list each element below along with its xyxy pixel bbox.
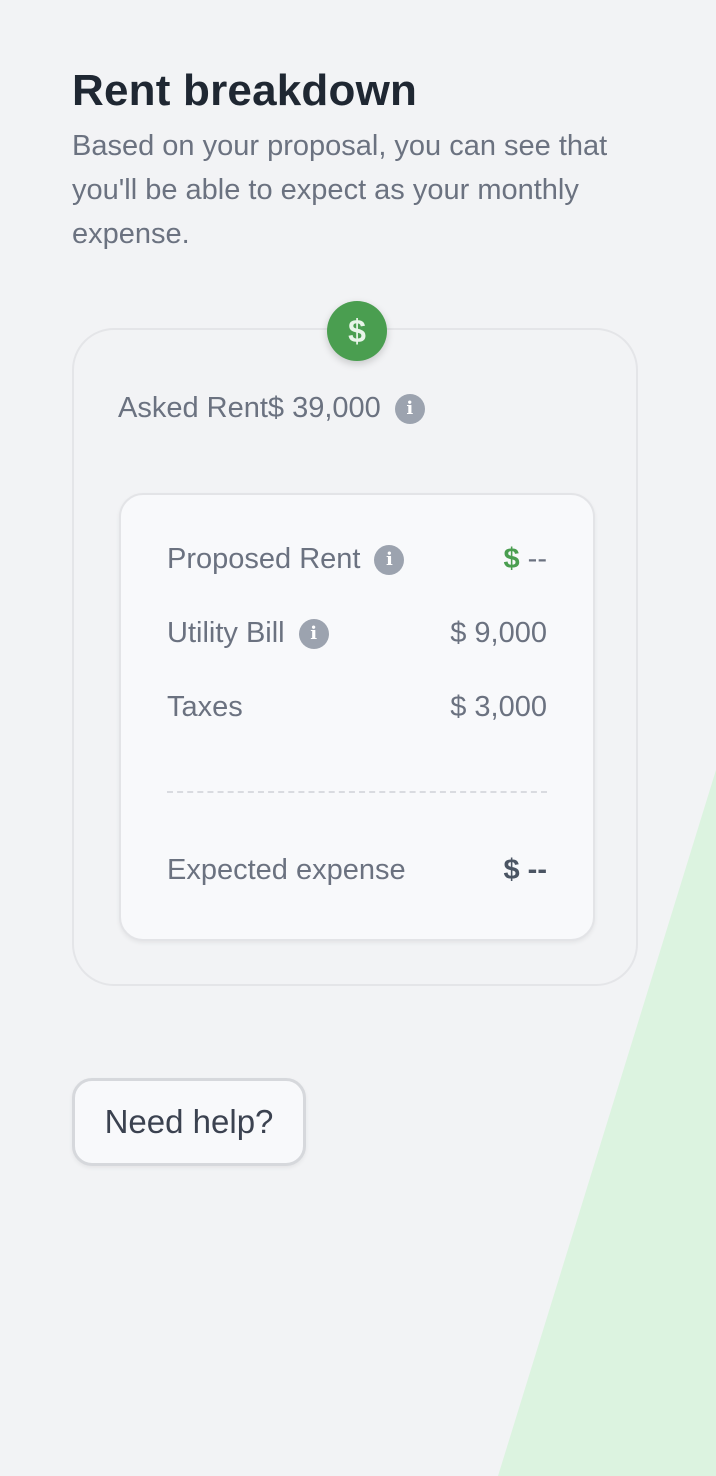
utility-bill-row: Utility Bill i $ 9,000 — [167, 617, 547, 650]
proposed-rent-amount: -- — [527, 543, 547, 575]
dollar-icon: $ — [327, 301, 387, 361]
asked-rent-value: $ 39,000 — [267, 392, 381, 424]
asked-rent-label: Asked Rent — [118, 392, 268, 424]
expected-expense-value: $ -- — [503, 854, 548, 886]
divider — [167, 791, 547, 793]
proposed-rent-currency: $ — [503, 543, 520, 575]
proposed-rent-label: Proposed Rent — [167, 543, 361, 575]
asked-rent-row: Asked Rent $ 39,000 i — [118, 392, 425, 425]
taxes-label: Taxes — [167, 691, 243, 723]
taxes-value: $ 3,000 — [450, 691, 547, 723]
page-title: Rent breakdown — [72, 66, 418, 115]
utility-bill-value: $ 9,000 — [450, 617, 547, 649]
info-icon[interactable]: i — [374, 544, 405, 575]
taxes-row: Taxes $ 3,000 — [167, 691, 547, 724]
utility-bill-label: Utility Bill — [167, 617, 285, 649]
info-icon[interactable]: i — [394, 393, 425, 424]
proposed-rent-value: $ -- — [503, 543, 547, 576]
breakdown-card: Proposed Rent i $ -- Utility Bill i $ 9,… — [119, 493, 595, 941]
need-help-button[interactable]: Need help? — [72, 1078, 306, 1166]
expected-expense-label: Expected expense — [167, 854, 406, 886]
info-icon[interactable]: i — [298, 618, 329, 649]
page-subtitle: Based on your proposal, you can see that… — [72, 130, 608, 250]
expected-expense-row: Expected expense $ -- — [167, 854, 547, 887]
proposed-rent-row: Proposed Rent i $ -- — [167, 543, 547, 576]
